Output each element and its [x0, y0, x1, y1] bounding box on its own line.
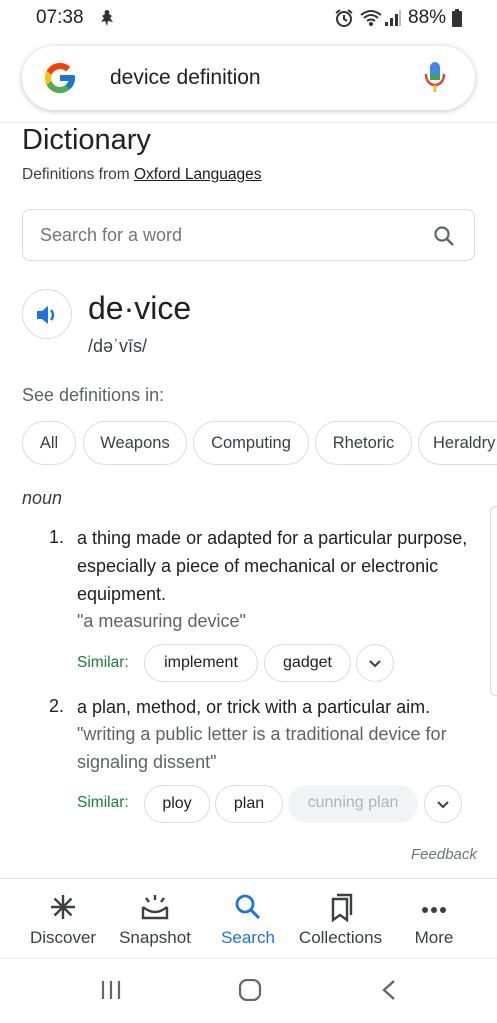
dictionary-title: Dictionary	[22, 124, 151, 156]
chevron-down-icon	[437, 801, 449, 809]
similar-chip-ploy[interactable]: ploy	[144, 785, 210, 823]
nav-label: Snapshot	[119, 928, 191, 947]
similar-label: Similar:	[77, 654, 129, 671]
snapshot-icon	[140, 893, 170, 926]
asterisk-icon	[49, 893, 77, 926]
chip-weapons[interactable]: Weapons	[83, 421, 187, 465]
battery-percent: 88%	[408, 7, 447, 28]
nav-label: Collections	[298, 928, 383, 947]
nav-discover[interactable]: Discover	[20, 879, 106, 959]
similar-chip-gadget[interactable]: gadget	[264, 644, 351, 682]
recent-apps-icon[interactable]	[100, 979, 122, 1006]
part-of-speech: noun	[22, 488, 63, 508]
google-logo-icon	[45, 63, 75, 93]
search-bar[interactable]: device definition	[22, 46, 475, 110]
similar-chip-plan[interactable]: plan	[215, 785, 283, 823]
word-search-box[interactable]	[22, 209, 475, 261]
chevron-down-icon	[369, 660, 381, 668]
home-icon[interactable]	[238, 978, 262, 1006]
nav-search[interactable]: Search	[205, 879, 291, 959]
bookmarks-icon	[328, 893, 354, 928]
search-query-text[interactable]: device definition	[110, 66, 261, 90]
wifi-icon	[359, 8, 383, 33]
similar-label: Similar:	[77, 794, 129, 811]
definitions-source: Definitions from Oxford Languages	[22, 166, 262, 184]
chip-rhetoric[interactable]: Rhetoric	[315, 421, 412, 465]
sense-example: "a measuring device"	[77, 611, 246, 631]
sense-example: "writing a public letter is a traditiona…	[77, 724, 447, 772]
back-icon[interactable]	[380, 979, 398, 1006]
sense-definition: a plan, method, or trick with a particul…	[77, 697, 431, 717]
microphone-icon[interactable]	[424, 61, 446, 98]
bottom-navigation: Discover Snapshot Search Collections Mor…	[0, 878, 497, 958]
chip-heraldry[interactable]: Heraldry	[418, 421, 497, 465]
nav-label: More	[414, 928, 454, 947]
oxford-languages-link[interactable]: Oxford Languages	[134, 166, 262, 183]
nav-label: Discover	[29, 928, 97, 947]
signal-icon	[384, 8, 402, 33]
search-icon[interactable]	[433, 225, 455, 252]
expand-similar-button[interactable]	[356, 644, 394, 682]
word-search-input[interactable]	[40, 225, 420, 246]
headword: de·vice	[88, 290, 192, 326]
divider	[0, 122, 497, 123]
alarm-icon	[334, 8, 354, 33]
similar-chip-implement[interactable]: implement	[144, 644, 258, 682]
search-icon	[234, 893, 262, 926]
notification-icon	[98, 8, 116, 33]
system-navigation-bar	[0, 958, 497, 1023]
similar-chip-cunning-plan[interactable]: cunning plan	[288, 785, 418, 823]
expand-similar-button[interactable]	[424, 785, 462, 823]
side-panel-edge[interactable]	[490, 506, 497, 696]
pronunciation-button[interactable]	[22, 289, 72, 339]
nav-more[interactable]: More	[396, 879, 472, 959]
nav-label: Search	[221, 928, 275, 947]
source-prefix: Definitions from	[22, 166, 130, 183]
status-bar: 07:38 88%	[0, 0, 497, 36]
nav-collections[interactable]: Collections	[290, 879, 391, 959]
see-definitions-label: See definitions in:	[22, 385, 165, 405]
sense-definition: a thing made or adapted for a particular…	[77, 528, 468, 604]
chip-all[interactable]: All	[22, 421, 76, 465]
speaker-icon	[37, 306, 55, 324]
more-dots-icon	[421, 901, 447, 919]
nav-snapshot[interactable]: Snapshot	[112, 879, 198, 959]
phonetic-spelling: /dəˈvīs/	[88, 336, 148, 356]
status-time: 07:38	[36, 7, 84, 28]
chip-computing[interactable]: Computing	[193, 421, 309, 465]
battery-icon	[452, 9, 462, 32]
feedback-link[interactable]: Feedback	[411, 846, 477, 863]
sense-number: 2.	[49, 696, 65, 716]
sense-number: 1.	[49, 527, 65, 547]
